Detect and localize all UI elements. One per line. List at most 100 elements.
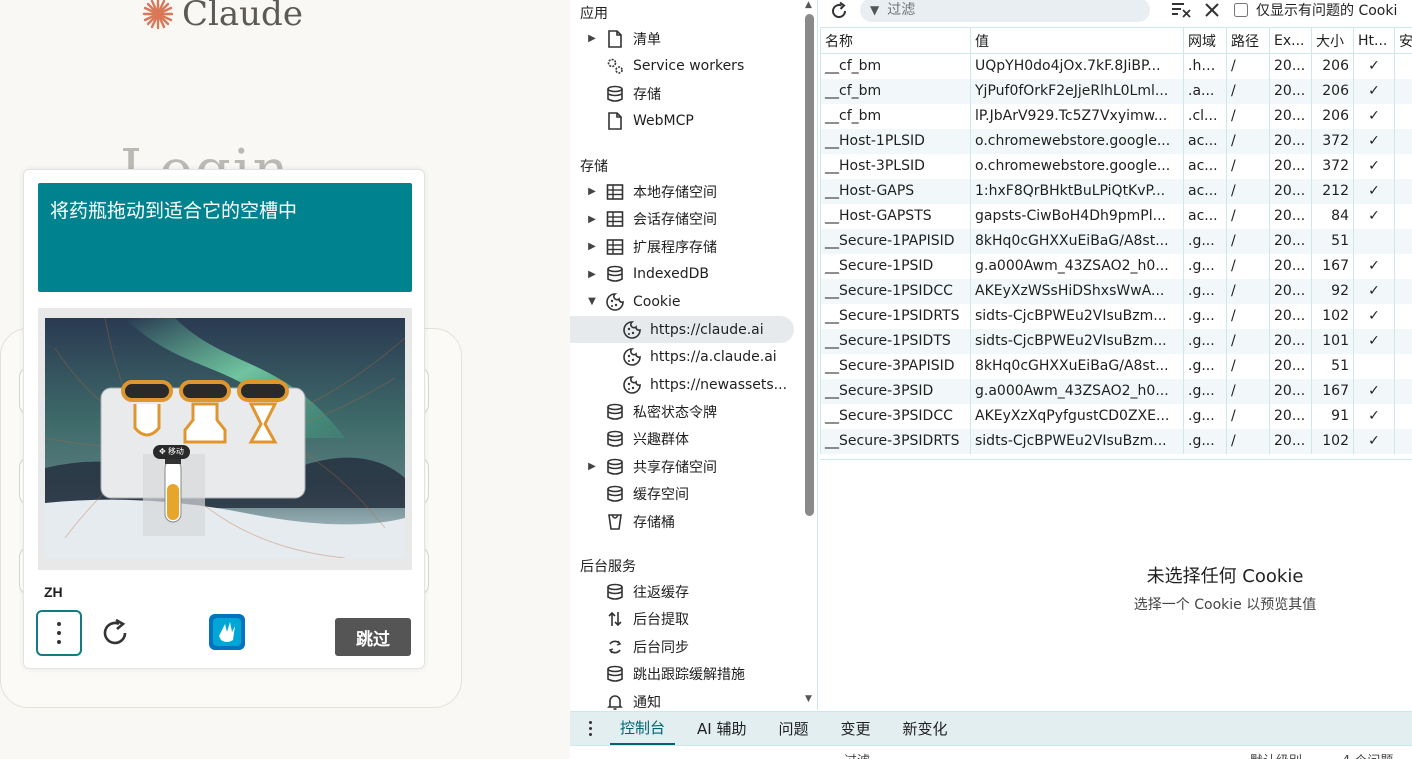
sidebar-item-app[interactable]: ▶WebMCP (570, 108, 802, 135)
console-filter[interactable]: 过滤 (844, 750, 870, 759)
sidebar-item-cookie-source[interactable]: ▶https://a.claude.ai (570, 344, 802, 371)
console-issues-count[interactable]: 4 个问题 (1342, 750, 1393, 759)
sidebar-item-app[interactable]: ▶Service workers (570, 53, 802, 80)
sidebar-item-cookie-source[interactable]: ▶https://newassets... (570, 371, 802, 398)
sidebar-item-storage[interactable]: ▶ 本地存储空间 (570, 178, 802, 205)
expand-right-icon[interactable]: ▶ (587, 186, 597, 197)
sidebar-item-storage[interactable]: ▶私密状态令牌 (570, 398, 802, 425)
table-cell: ac... (1183, 203, 1227, 229)
sidebar-item-background-service[interactable]: ▶往返缓存 (570, 578, 802, 605)
table-row[interactable]: __Host-1PLSID o.chromewebstore.google... a… (820, 128, 1412, 154)
table-cell: .a... (1183, 78, 1227, 104)
table-row[interactable]: __Host-GAPSTS gapsts-CiwBoH4Dh9pmPl... ac.… (820, 203, 1412, 229)
table-row[interactable]: __Secure-3PSIDRTS sidts-CjcBPWEu2VIsuBzm.… (820, 428, 1412, 454)
expand-right-icon[interactable]: ▶ (587, 33, 597, 44)
drawer-tab[interactable]: 变更 (831, 712, 881, 746)
console-level-select[interactable]: 默认级别 (1250, 750, 1302, 759)
table-row[interactable]: __cf_bm UQpYH0do4jOx.7kF.8JiBP... .hc.../2… (820, 53, 1412, 79)
table-row[interactable]: __Host-3PLSID o.chromewebstore.google... a… (820, 153, 1412, 179)
tree-item-label: 私密状态令牌 (633, 404, 717, 421)
column-header[interactable]: 网域 (1183, 27, 1227, 54)
cookie-filter-input[interactable] (887, 2, 1128, 18)
table-row[interactable]: __Secure-1PSID g.a000Awm_43ZSAO2_h0... .g.… (820, 253, 1412, 279)
hcaptcha-logo-icon[interactable] (205, 610, 249, 654)
expand-right-icon[interactable]: ▶ (587, 214, 597, 225)
table-row[interactable]: __Secure-1PAPISID 8kHq0cGHXXuEiBaG/A8st..… (820, 228, 1412, 254)
expand-right-icon[interactable]: ▶ (587, 461, 597, 472)
cookie-filter[interactable]: ▼ (860, 0, 1150, 22)
drawer-tab[interactable]: AI 辅助 (687, 712, 756, 746)
dot-icon (57, 640, 61, 644)
table-row[interactable]: __Secure-3PSID g.a000Awm_43ZSAO2_h0... .g.… (820, 378, 1412, 404)
sidebar-scrollbar[interactable]: ▲ ▼ (802, 0, 817, 710)
tree-item-label: 跳出跟踪缓解措施 (633, 667, 745, 683)
drawer-menu-button[interactable] (570, 712, 610, 746)
expand-right-icon[interactable]: ▶ (587, 269, 597, 280)
expand-right-icon[interactable]: ▶ (587, 241, 597, 252)
table-icon (605, 209, 625, 229)
table-row[interactable]: __cf_bm lP.JbArV929.Tc5Z7Vxyimw... .cl... /… (820, 103, 1412, 129)
scrollbar-thumb[interactable] (805, 14, 814, 516)
sidebar-item-storage[interactable]: ▼ Cookie (570, 288, 802, 315)
column-header[interactable]: 路径 (1226, 27, 1270, 54)
claude-logo[interactable]: Claude (140, 0, 303, 34)
sidebar-item-storage[interactable]: ▶存储桶 (570, 508, 802, 535)
filter-icon: ▼ (870, 3, 880, 17)
table-row[interactable]: __Secure-1PSIDRTS sidts-CjcBPWEu2VIsuBzm.… (820, 303, 1412, 329)
sidebar-item-cookie-source[interactable]: ▶https://claude.ai (570, 316, 794, 343)
table-row[interactable]: __Secure-1PSIDTS sidts-CjcBPWEu2VIsuBzm..… (820, 328, 1412, 354)
sidebar-item-storage[interactable]: ▶ 会话存储空间 (570, 206, 802, 233)
sidebar-item-app[interactable]: ▶存储 (570, 80, 802, 107)
only-issues-checkbox[interactable] (1234, 3, 1248, 17)
captcha-puzzle-image[interactable]: ✥ 移动 (45, 318, 405, 558)
drawer-tab[interactable]: 控制台 (610, 712, 676, 746)
empty-state-subtitle: 选择一个 Cookie 以预览其值 (1133, 597, 1317, 613)
tree-item-label: WebMCP (633, 113, 694, 129)
table-cell: / (1226, 178, 1270, 204)
column-header[interactable]: 值 (970, 27, 1184, 54)
clear-filtered-icon[interactable] (1170, 0, 1192, 20)
refresh-icon[interactable] (828, 0, 850, 22)
table-cell: 20... (1269, 78, 1312, 104)
close-icon[interactable] (1202, 0, 1222, 20)
column-header[interactable]: Ht... (1353, 27, 1395, 54)
sidebar-item-storage[interactable]: ▶ 扩展程序存储 (570, 233, 802, 260)
tree-item-label: IndexedDB (633, 266, 709, 282)
expand-down-icon[interactable]: ▼ (587, 296, 597, 307)
column-header[interactable]: 大小 (1311, 27, 1354, 54)
table-row[interactable]: __Secure-1PSIDCC AKEyXzWSsHiDShxsWwA... .g… (820, 278, 1412, 304)
gears-icon (605, 56, 625, 76)
sidebar-item-app[interactable]: ▶ 清单 (570, 25, 802, 52)
sidebar-item-storage[interactable]: ▶兴趣群体 (570, 426, 802, 453)
column-header[interactable]: 名称 (820, 27, 971, 54)
sidebar-item-storage[interactable]: ▶ IndexedDB (570, 261, 802, 288)
table-row[interactable]: __Secure-3PSIDCC AKEyXzXqPyfgustCD0ZXE...… (820, 403, 1412, 429)
table-cell: 101 (1311, 328, 1354, 354)
application-sidebar: 应用 ▶清单▶Service workers▶存储▶WebMCP 存储 ▶本地存… (570, 0, 818, 710)
sidebar-item-storage[interactable]: ▶ 共享存储空间 (570, 453, 802, 480)
column-header[interactable]: Ex... (1269, 27, 1312, 54)
table-cell: 102 (1311, 428, 1354, 454)
scroll-down-icon[interactable]: ▼ (805, 694, 812, 704)
database-icon (605, 484, 625, 504)
drawer-tab[interactable]: 新变化 (893, 712, 958, 746)
captcha-skip-button[interactable]: 跳过 (335, 618, 411, 656)
sidebar-item-background-service[interactable]: ▶跳出跟踪缓解措施 (570, 661, 802, 688)
captcha-language[interactable]: ZH (44, 584, 63, 600)
only-issues-toggle[interactable]: 仅显示有问题的 Cooki (1234, 0, 1397, 20)
sidebar-item-storage[interactable]: ▶缓存空间 (570, 481, 802, 508)
drawer-tab[interactable]: 问题 (768, 712, 818, 746)
table-row[interactable]: __Host-GAPS 1:hxF8QrBHktBuLPiQtKvP... ac..… (820, 178, 1412, 204)
sidebar-item-background-service[interactable]: ▶通知 (570, 688, 802, 710)
captcha-menu-button[interactable] (36, 610, 82, 656)
table-row[interactable]: __cf_bm YjPuf0fOrkF2eJjeRlhL0Lml... .a... /… (820, 78, 1412, 104)
table-row[interactable]: __Secure-3PAPISID 8kHq0cGHXXuEiBaG/A8st..… (820, 353, 1412, 379)
sidebar-item-background-service[interactable]: ▶后台同步 (570, 633, 802, 660)
column-header[interactable]: 安 (1394, 27, 1412, 54)
table-cell: / (1226, 378, 1270, 404)
table-bottom-border (820, 459, 1412, 461)
captcha-refresh-button[interactable] (97, 615, 133, 651)
scroll-up-icon[interactable]: ▲ (805, 0, 812, 10)
table-cell: 1:hxF8QrBHktBuLPiQtKvP... (970, 178, 1184, 204)
sidebar-item-background-service[interactable]: ▶后台提取 (570, 606, 802, 633)
